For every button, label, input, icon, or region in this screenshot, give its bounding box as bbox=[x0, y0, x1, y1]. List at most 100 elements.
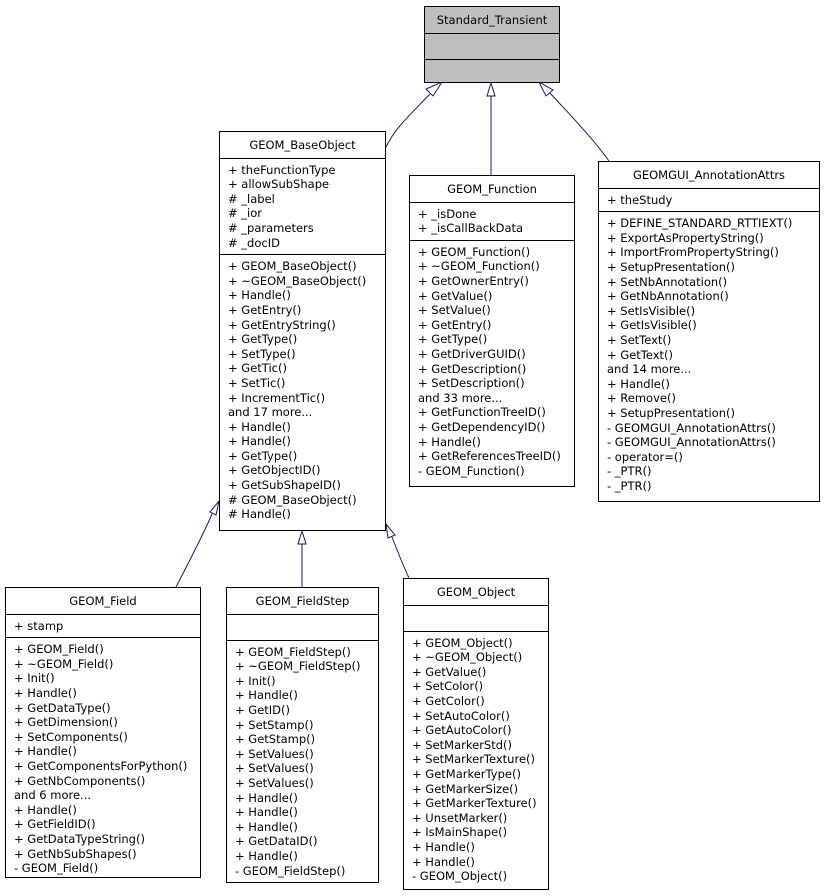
class-method: + GetIsVisible() bbox=[607, 318, 697, 333]
class-name: GEOM_Field bbox=[6, 588, 200, 615]
methods-section: + GEOM_Object() + ~GEOM_Object() + GetValu… bbox=[404, 632, 548, 888]
class-method: + SetupPresentation() bbox=[607, 405, 735, 420]
class-method: + ~GEOM_BaseObject() bbox=[228, 273, 367, 288]
class-attribute: + theStudy bbox=[607, 192, 673, 207]
class-method: + SetStamp() bbox=[235, 717, 314, 732]
class-method: + Handle() bbox=[14, 802, 77, 817]
class-geom-field[interactable]: GEOM_Field + stamp + GEOM_Field() + ~GEOM… bbox=[5, 587, 201, 878]
class-method: + SetValues() bbox=[235, 746, 314, 761]
class-standard-transient[interactable]: Standard_Transient bbox=[424, 6, 560, 83]
attributes-section bbox=[425, 34, 559, 60]
class-geom-fieldstep[interactable]: GEOM_FieldStep + GEOM_FieldStep() + ~GEOM… bbox=[226, 587, 379, 883]
class-method: + Handle() bbox=[228, 288, 291, 303]
class-method: + ImportFromPropertyString() bbox=[607, 245, 779, 260]
class-method: + GetDataID() bbox=[235, 834, 318, 849]
class-attribute: + _isDone bbox=[418, 206, 477, 221]
class-name: GEOM_FieldStep bbox=[227, 588, 378, 615]
methods-section: + DEFINE_STANDARD_RTTIEXT() + ExportAsPro… bbox=[599, 212, 819, 497]
attributes-section: + stamp bbox=[6, 615, 200, 639]
arrowhead-fieldstep-to-baseobject bbox=[297, 529, 307, 545]
class-method: - _PTR() bbox=[607, 478, 652, 493]
class-method: + GetMarkerType() bbox=[412, 766, 521, 781]
class-name: Standard_Transient bbox=[425, 7, 559, 34]
class-attribute: + theFunctionType bbox=[228, 162, 336, 177]
attributes-section: + theStudy bbox=[599, 189, 819, 213]
class-method: + Handle() bbox=[607, 376, 670, 391]
class-method: + GEOM_Field() bbox=[14, 642, 104, 657]
class-geom-object[interactable]: GEOM_Object + GEOM_Object() + ~GEOM_Objec… bbox=[403, 578, 549, 890]
class-method: + GetColor() bbox=[412, 693, 485, 708]
class-method: + GetFunctionTreeID() bbox=[418, 405, 546, 420]
class-method: + GetDataTypeString() bbox=[14, 831, 145, 846]
class-method: + ~GEOM_Function() bbox=[418, 259, 540, 274]
class-method: + DEFINE_STANDARD_RTTIEXT() bbox=[607, 216, 793, 231]
class-method: + UnsetMarker() bbox=[412, 810, 508, 825]
class-method: + GetComponentsForPython() bbox=[14, 758, 188, 773]
class-geom-function[interactable]: GEOM_Function + _isDone + _isCallBackData… bbox=[409, 175, 575, 487]
class-method: + SetDescription() bbox=[418, 376, 525, 391]
more-members-link[interactable]: and 14 more... bbox=[607, 362, 819, 377]
class-method: - operator=() bbox=[607, 449, 683, 464]
arrowhead-object-to-baseobject bbox=[385, 522, 396, 539]
class-method: - GEOMGUI_AnnotationAttrs() bbox=[607, 435, 776, 450]
class-method: + Handle() bbox=[14, 685, 77, 700]
class-name: GEOMGUI_AnnotationAttrs bbox=[599, 162, 819, 189]
class-method: + GetAutoColor() bbox=[412, 723, 512, 738]
class-method: + GetDescription() bbox=[418, 361, 527, 376]
class-method: - _PTR() bbox=[607, 464, 652, 479]
more-members-link[interactable]: and 6 more... bbox=[14, 788, 200, 803]
class-method: + Handle() bbox=[412, 854, 475, 869]
class-method: - GEOM_Field() bbox=[14, 861, 99, 876]
class-method: - GEOM_Object() bbox=[412, 869, 508, 884]
attributes-section bbox=[227, 615, 378, 641]
arrowhead-function-to-transient bbox=[486, 81, 496, 97]
class-method: + SetMarkerStd() bbox=[412, 737, 513, 752]
class-method: + SetComponents() bbox=[14, 729, 128, 744]
class-attribute: # _ior bbox=[228, 206, 263, 221]
class-method: + SetType() bbox=[228, 346, 296, 361]
class-method: # GEOM_BaseObject() bbox=[228, 492, 357, 507]
class-method: + GetTic() bbox=[228, 361, 287, 376]
class-method: + GetNbSubShapes() bbox=[14, 846, 137, 861]
more-members-link[interactable]: and 33 more... bbox=[418, 391, 574, 406]
class-method: + SetValue() bbox=[418, 303, 491, 318]
class-method: + Handle() bbox=[235, 688, 298, 703]
class-method: + GetType() bbox=[418, 332, 488, 347]
class-method: - GEOMGUI_AnnotationAttrs() bbox=[607, 420, 776, 435]
class-method: + SetNbAnnotation() bbox=[607, 274, 728, 289]
class-attribute: # _label bbox=[228, 191, 275, 206]
class-method: + GetNbComponents() bbox=[14, 773, 146, 788]
class-method: + SetupPresentation() bbox=[607, 259, 735, 274]
class-method: - GEOM_FieldStep() bbox=[235, 863, 346, 878]
edge-object-to-baseobject bbox=[391, 536, 410, 579]
class-method: + Handle() bbox=[235, 790, 298, 805]
class-method: + SetAutoColor() bbox=[412, 708, 510, 723]
class-method: + GEOM_BaseObject() bbox=[228, 259, 357, 274]
class-method: + GEOM_FieldStep() bbox=[235, 644, 351, 659]
class-attribute: + _isCallBackData bbox=[418, 221, 524, 236]
class-method: + GetSubShapeID() bbox=[228, 478, 341, 493]
class-method: + GetStamp() bbox=[235, 732, 316, 747]
class-method: + IsMainShape() bbox=[412, 825, 508, 840]
class-method: + Handle() bbox=[412, 839, 475, 854]
class-method: + Init() bbox=[235, 673, 276, 688]
class-geom-baseobject[interactable]: GEOM_BaseObject + theFunctionType + allow… bbox=[219, 131, 386, 531]
methods-section bbox=[425, 60, 559, 85]
class-method: + Handle() bbox=[228, 434, 291, 449]
class-method: + ~GEOM_FieldStep() bbox=[235, 659, 361, 674]
class-name: GEOM_Function bbox=[410, 176, 574, 203]
attributes-section: + theFunctionType + allowSubShape # _label… bbox=[220, 159, 385, 256]
class-method: + GetReferencesTreeID() bbox=[418, 449, 561, 464]
class-method: + SetTic() bbox=[228, 375, 286, 390]
class-method: + GetEntry() bbox=[228, 302, 302, 317]
more-members-link[interactable]: and 17 more... bbox=[228, 405, 385, 420]
class-attribute: # _parameters bbox=[228, 220, 314, 235]
class-method: + GetType() bbox=[228, 332, 298, 347]
class-method: + GetID() bbox=[235, 702, 291, 717]
class-method: + SetMarkerTexture() bbox=[412, 752, 535, 767]
class-geomgui-annotationattrs[interactable]: GEOMGUI_AnnotationAttrs + theStudy + DEF… bbox=[598, 161, 820, 502]
class-attribute: # _docID bbox=[228, 235, 280, 250]
class-name: GEOM_BaseObject bbox=[220, 132, 385, 159]
methods-section: + GEOM_BaseObject() + ~GEOM_BaseObject() +… bbox=[220, 255, 385, 526]
class-method: + IncrementTic() bbox=[228, 390, 326, 405]
